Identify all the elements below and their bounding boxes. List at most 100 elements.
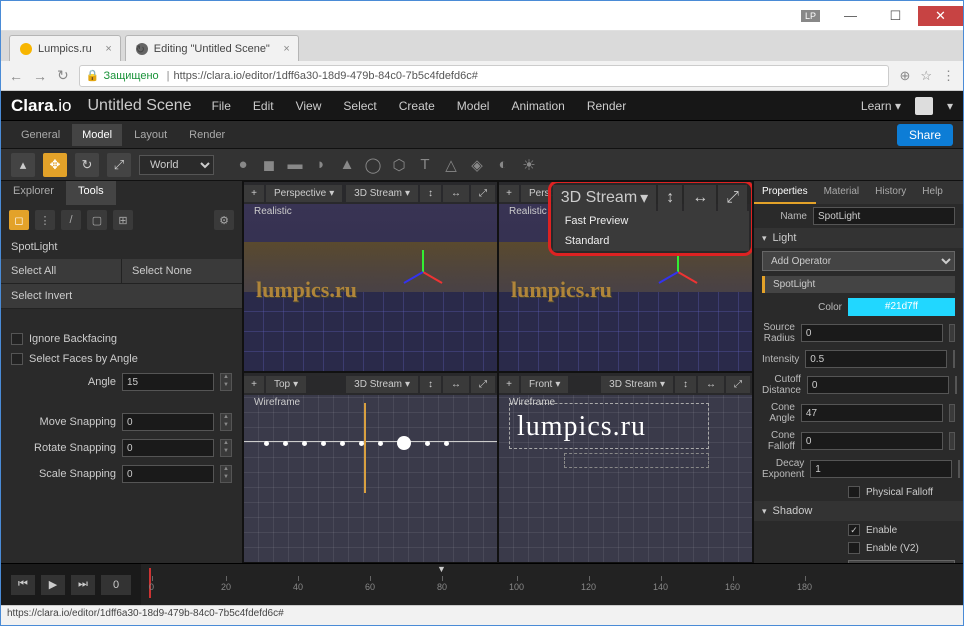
cone-falloff-input[interactable] bbox=[801, 432, 943, 450]
vp-expand-icon[interactable]: ⤢ bbox=[471, 185, 495, 202]
spinner-icon[interactable] bbox=[949, 324, 955, 342]
vp-btn-icon[interactable]: ↔ bbox=[698, 376, 724, 393]
learn-menu[interactable]: Learn ▾ bbox=[861, 99, 901, 113]
rotate-snap-input[interactable] bbox=[122, 439, 214, 457]
transform-gizmo[interactable] bbox=[402, 252, 442, 292]
rotate-tool-icon[interactable]: ↻ bbox=[75, 153, 99, 177]
viewport-add-icon[interactable]: + bbox=[499, 376, 519, 393]
source-radius-input[interactable] bbox=[801, 324, 943, 342]
name-input[interactable] bbox=[813, 207, 955, 225]
close-tab-icon[interactable]: × bbox=[105, 43, 111, 55]
url-field[interactable]: 🔒 Защищено | https://clara.io/editor/1df… bbox=[79, 65, 890, 87]
tab-general[interactable]: General bbox=[11, 124, 70, 146]
plane-icon[interactable]: ▬ bbox=[286, 156, 304, 174]
close-tab-icon[interactable]: × bbox=[283, 43, 289, 55]
viewport-add-icon[interactable]: + bbox=[244, 185, 264, 202]
menu-animation[interactable]: Animation bbox=[511, 99, 564, 113]
tab-history[interactable]: History bbox=[867, 181, 914, 204]
reload-icon[interactable]: ↻ bbox=[57, 67, 69, 84]
cone-angle-input[interactable] bbox=[801, 404, 943, 422]
back-icon[interactable]: ← bbox=[9, 68, 23, 84]
shading-label[interactable]: Wireframe bbox=[254, 397, 300, 408]
object-mode-icon[interactable]: ◻ bbox=[9, 210, 29, 230]
browser-tab[interactable]: Lumpics.ru × bbox=[9, 35, 121, 61]
select-by-angle-checkbox[interactable] bbox=[11, 353, 23, 365]
section-shadow[interactable]: Shadow bbox=[754, 501, 963, 521]
polygon-icon[interactable]: ⬡ bbox=[390, 156, 408, 174]
shading-label[interactable]: Wireframe bbox=[509, 397, 555, 408]
tab-model[interactable]: Model bbox=[72, 124, 122, 146]
vp-expand-icon[interactable]: ⤢ bbox=[471, 376, 495, 393]
sphere-icon[interactable]: ● bbox=[234, 156, 252, 174]
vp-btn-icon[interactable]: ↕ bbox=[658, 185, 682, 211]
viewport-render-select[interactable]: 3D Stream ▾ bbox=[601, 376, 673, 393]
shading-label[interactable]: Realistic bbox=[254, 206, 292, 217]
timeline-ruler[interactable]: 0 20 40 60 80 ▼ 100 120 140 160 180 bbox=[141, 564, 963, 605]
tab-help[interactable]: Help bbox=[914, 181, 951, 204]
add-operator-select[interactable]: Add Operator bbox=[762, 251, 955, 271]
vp-btn-icon[interactable]: ↕ bbox=[420, 185, 441, 202]
viewport-perspective-2[interactable]: + Perspective ▾ Realistic lumpics.ru 3D … bbox=[498, 181, 753, 372]
menu-select[interactable]: Select bbox=[343, 99, 376, 113]
vp-btn-icon[interactable]: ↔ bbox=[443, 376, 469, 393]
vp-btn-icon[interactable]: ↕ bbox=[420, 376, 441, 393]
viewport-camera-select[interactable]: Perspective ▾ bbox=[266, 185, 342, 202]
ignore-backfacing-checkbox[interactable] bbox=[11, 333, 23, 345]
user-dropdown-icon[interactable]: ▾ bbox=[947, 99, 953, 113]
browser-tab[interactable]: ↻ Editing "Untitled Scene" × bbox=[125, 35, 299, 61]
scale-snap-input[interactable] bbox=[122, 465, 214, 483]
render-option-fast[interactable]: Fast Preview bbox=[553, 211, 749, 231]
select-tool-icon[interactable]: ▴ bbox=[11, 153, 35, 177]
spinner-icon[interactable] bbox=[949, 432, 955, 450]
spinner-icon[interactable] bbox=[955, 376, 957, 394]
torus-icon[interactable]: ◯ bbox=[364, 156, 382, 174]
transform-gizmo[interactable] bbox=[657, 252, 697, 292]
shadow-enable-v2-checkbox[interactable] bbox=[848, 542, 860, 554]
physical-falloff-checkbox[interactable] bbox=[848, 486, 860, 498]
decay-input[interactable] bbox=[810, 460, 952, 478]
viewport-perspective-1[interactable]: + Perspective ▾ 3D Stream ▾ ↕ ↔ ⤢ Realis… bbox=[243, 181, 498, 372]
viewport-render-select[interactable]: 3D Stream ▾ bbox=[346, 376, 418, 393]
forward-button[interactable]: ⏭ bbox=[71, 575, 95, 595]
shading-label[interactable]: Realistic bbox=[509, 206, 547, 217]
shadow-enable-checkbox[interactable] bbox=[848, 524, 860, 536]
spinner-icon[interactable]: ▲▼ bbox=[220, 413, 232, 431]
vp-btn-icon[interactable]: ↕ bbox=[675, 376, 696, 393]
vp-expand-icon[interactable]: ⤢ bbox=[718, 185, 747, 211]
spinner-icon[interactable] bbox=[953, 350, 955, 368]
viewport-front[interactable]: + Front ▾ 3D Stream ▾ ↕ ↔ ⤢ Wireframe bbox=[498, 372, 753, 563]
spinner-icon[interactable]: ▲▼ bbox=[220, 439, 232, 457]
text-icon[interactable]: T bbox=[416, 156, 434, 174]
spinner-icon[interactable] bbox=[958, 460, 960, 478]
select-none-button[interactable]: Select None bbox=[121, 259, 242, 284]
tab-layout[interactable]: Layout bbox=[124, 124, 177, 146]
forward-icon[interactable]: → bbox=[33, 68, 47, 84]
vp-btn-icon[interactable]: ↔ bbox=[443, 185, 469, 202]
menu-create[interactable]: Create bbox=[399, 99, 435, 113]
pyramid-icon[interactable]: △ bbox=[442, 156, 460, 174]
close-button[interactable]: ✕ bbox=[918, 6, 963, 26]
render-option-standard[interactable]: Standard bbox=[553, 231, 749, 251]
angle-input[interactable] bbox=[122, 373, 214, 391]
tab-material[interactable]: Material bbox=[816, 181, 868, 204]
section-light[interactable]: Light bbox=[754, 228, 963, 248]
select-all-button[interactable]: Select All bbox=[1, 259, 121, 284]
uv-mode-icon[interactable]: ⊞ bbox=[113, 210, 133, 230]
viewport-add-icon[interactable]: + bbox=[244, 376, 264, 393]
menu-render[interactable]: Render bbox=[587, 99, 626, 113]
minimize-button[interactable]: — bbox=[828, 6, 873, 26]
viewport-render-select[interactable]: 3D Stream ▾ bbox=[346, 185, 418, 202]
menu-model[interactable]: Model bbox=[457, 99, 490, 113]
prism-icon[interactable]: ◈ bbox=[468, 156, 486, 174]
viewport-camera-select[interactable]: Top ▾ bbox=[266, 376, 306, 393]
vp-btn-icon[interactable]: ↔ bbox=[684, 185, 716, 211]
tab-render[interactable]: Render bbox=[179, 124, 235, 146]
frame-display[interactable]: 0 bbox=[101, 575, 131, 595]
menu-view[interactable]: View bbox=[296, 99, 322, 113]
logo[interactable]: Clara.io bbox=[11, 96, 72, 116]
menu-icon[interactable]: ⋮ bbox=[942, 68, 955, 84]
face-mode-icon[interactable]: ▢ bbox=[87, 210, 107, 230]
avatar[interactable] bbox=[915, 97, 933, 115]
cutoff-input[interactable] bbox=[807, 376, 949, 394]
share-button[interactable]: Share bbox=[897, 124, 953, 146]
